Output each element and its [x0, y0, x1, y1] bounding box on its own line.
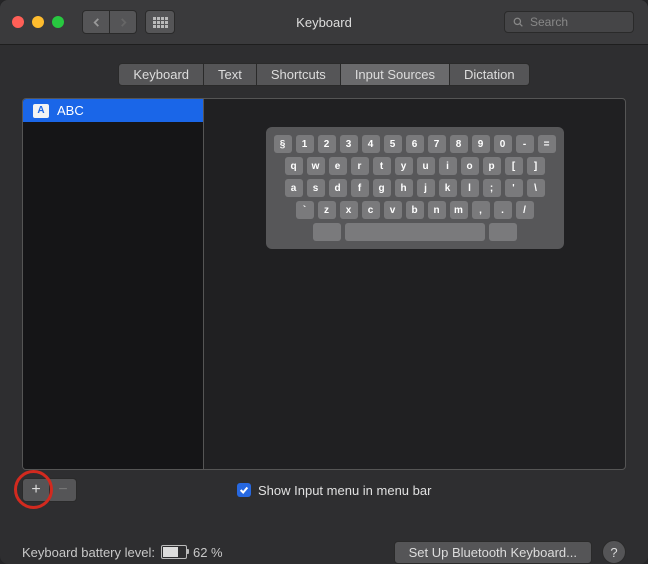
- tabs: KeyboardTextShortcutsInput SourcesDictat…: [0, 63, 648, 86]
- battery-label: Keyboard battery level:: [22, 545, 155, 560]
- key: [: [505, 157, 523, 175]
- tab-text[interactable]: Text: [204, 63, 257, 86]
- key: j: [417, 179, 435, 197]
- tab-shortcuts[interactable]: Shortcuts: [257, 63, 341, 86]
- key: 6: [406, 135, 424, 153]
- show-input-menu-label: Show Input menu in menu bar: [258, 483, 431, 498]
- key: `: [296, 201, 314, 219]
- key: u: [417, 157, 435, 175]
- keyboard-preview-image: §1234567890-= qwertyuiop[] asdfghjkl;'\ `zx…: [266, 127, 564, 249]
- key: w: [307, 157, 325, 175]
- key: [313, 223, 341, 241]
- key: §: [274, 135, 292, 153]
- setup-bluetooth-button[interactable]: Set Up Bluetooth Keyboard...: [394, 541, 592, 564]
- key: r: [351, 157, 369, 175]
- key: q: [285, 157, 303, 175]
- key: 4: [362, 135, 380, 153]
- back-button[interactable]: [82, 10, 110, 34]
- key: i: [439, 157, 457, 175]
- key: 9: [472, 135, 490, 153]
- add-remove-group: + −: [22, 478, 77, 502]
- key: .: [494, 201, 512, 219]
- key: 0: [494, 135, 512, 153]
- key: k: [439, 179, 457, 197]
- tab-keyboard[interactable]: Keyboard: [118, 63, 204, 86]
- key-space: [345, 223, 485, 241]
- add-source-button[interactable]: +: [22, 478, 50, 502]
- key: a: [285, 179, 303, 197]
- key: [489, 223, 517, 241]
- show-menu-row: Show Input menu in menu bar: [237, 483, 431, 498]
- search-field[interactable]: [504, 11, 634, 33]
- key: h: [395, 179, 413, 197]
- keyboard-preview: §1234567890-= qwertyuiop[] asdfghjkl;'\ `zx…: [204, 99, 625, 469]
- key: g: [373, 179, 391, 197]
- check-icon: [239, 485, 249, 495]
- tab-dictation[interactable]: Dictation: [450, 63, 530, 86]
- keyboard-prefs-window: Keyboard KeyboardTextShortcutsInput Sour…: [0, 0, 648, 564]
- key: m: [450, 201, 468, 219]
- key: t: [373, 157, 391, 175]
- forward-button[interactable]: [110, 10, 137, 34]
- source-label: ABC: [57, 103, 84, 118]
- show-input-menu-checkbox[interactable]: [237, 483, 251, 497]
- key: y: [395, 157, 413, 175]
- key: d: [329, 179, 347, 197]
- key: 1: [296, 135, 314, 153]
- show-all-button[interactable]: [145, 10, 175, 34]
- key: z: [318, 201, 336, 219]
- key: =: [538, 135, 556, 153]
- remove-source-button[interactable]: −: [50, 478, 77, 502]
- battery-icon: [161, 545, 187, 559]
- key: ;: [483, 179, 501, 197]
- key: ': [505, 179, 523, 197]
- panel-footer: + − Show Input menu in menu bar: [22, 476, 626, 504]
- key: x: [340, 201, 358, 219]
- source-list[interactable]: A ABC: [23, 99, 204, 469]
- key: e: [329, 157, 347, 175]
- key: 8: [450, 135, 468, 153]
- key: -: [516, 135, 534, 153]
- close-window-button[interactable]: [12, 16, 24, 28]
- source-icon: A: [33, 104, 49, 118]
- key: /: [516, 201, 534, 219]
- source-item[interactable]: A ABC: [23, 99, 203, 122]
- help-button[interactable]: ?: [602, 540, 626, 564]
- traffic-lights: [12, 16, 64, 28]
- zoom-window-button[interactable]: [52, 16, 64, 28]
- content: A ABC §1234567890-= qwertyuiop[] asdfghjkl;…: [0, 98, 648, 522]
- key: 5: [384, 135, 402, 153]
- search-input[interactable]: [528, 14, 625, 30]
- nav-group: [82, 10, 137, 34]
- key: 3: [340, 135, 358, 153]
- search-icon: [513, 16, 523, 28]
- titlebar: Keyboard: [0, 0, 648, 45]
- minimize-window-button[interactable]: [32, 16, 44, 28]
- battery-percentage: 62 %: [193, 545, 223, 560]
- key: n: [428, 201, 446, 219]
- input-sources-panel: A ABC §1234567890-= qwertyuiop[] asdfghjkl;…: [22, 98, 626, 470]
- key: f: [351, 179, 369, 197]
- key: o: [461, 157, 479, 175]
- key: ,: [472, 201, 490, 219]
- key: l: [461, 179, 479, 197]
- key: s: [307, 179, 325, 197]
- key: p: [483, 157, 501, 175]
- key: \: [527, 179, 545, 197]
- bottom-bar: Keyboard battery level: 62 % Set Up Blue…: [0, 522, 648, 564]
- key: 7: [428, 135, 446, 153]
- key: ]: [527, 157, 545, 175]
- key: b: [406, 201, 424, 219]
- key: 2: [318, 135, 336, 153]
- key: c: [362, 201, 380, 219]
- key: v: [384, 201, 402, 219]
- tab-input-sources[interactable]: Input Sources: [341, 63, 450, 86]
